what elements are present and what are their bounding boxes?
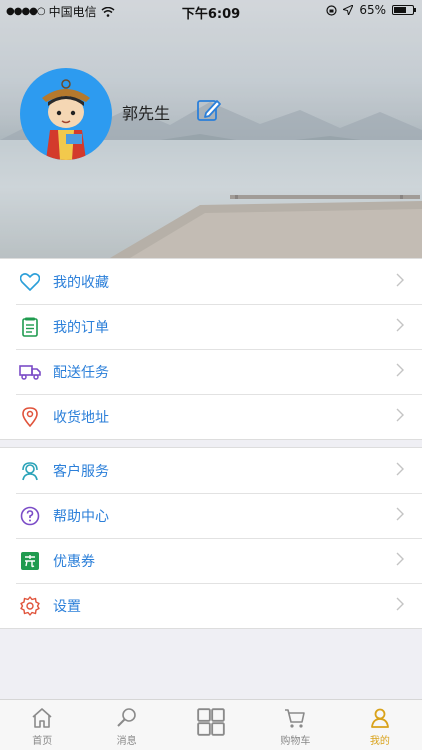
tab-label: 购物车: [280, 736, 311, 747]
tab-messages[interactable]: 消息: [84, 700, 168, 750]
avatar[interactable]: [20, 68, 112, 160]
battery-icon: [392, 5, 416, 15]
tab-home[interactable]: 首页: [0, 700, 84, 750]
location-arrow-icon: [343, 5, 354, 15]
menu-item-help-center[interactable]: 帮助中心: [0, 493, 422, 538]
bottom-tab-bar: 首页 消息 购物车 我的: [0, 699, 422, 750]
menu-item-coupons[interactable]: 优惠券: [0, 538, 422, 583]
menu-item-shipping-address[interactable]: 收货地址: [0, 394, 422, 439]
chevron-right-icon: [396, 318, 404, 332]
tab-label: 我的: [369, 736, 390, 747]
menu-item-delivery-tasks[interactable]: 配送任务: [0, 349, 422, 394]
tab-label: 首页: [32, 736, 53, 747]
user-icon: [370, 708, 389, 728]
home-icon: [32, 708, 52, 728]
menu-item-customer-service[interactable]: 客户服务: [0, 448, 422, 493]
location-icon: [19, 406, 41, 428]
menu-item-settings[interactable]: 设置: [0, 583, 422, 628]
chevron-right-icon: [396, 552, 404, 566]
chevron-right-icon: [396, 462, 404, 476]
tab-cart[interactable]: 购物车: [253, 700, 337, 750]
menu-item-label: 收货地址: [53, 409, 109, 426]
menu-item-label: 客户服务: [53, 463, 109, 480]
orientation-lock-icon: [326, 4, 337, 16]
battery-percent: 65%: [359, 3, 386, 17]
menu-item-label: 我的收藏: [53, 274, 109, 291]
edit-profile-icon[interactable]: [196, 97, 222, 123]
menu-item-label: 帮助中心: [53, 508, 109, 525]
truck-icon: [19, 361, 41, 383]
cart-icon: [285, 709, 306, 728]
menu-item-favorites[interactable]: 我的收藏: [0, 259, 422, 304]
username: 郭先生: [122, 104, 171, 123]
menu-group-account: 我的收藏 我的订单 配送任务 收货地址: [0, 258, 422, 440]
customer-service-icon: [19, 460, 41, 482]
message-icon: [116, 708, 136, 727]
menu-item-label: 配送任务: [53, 364, 109, 381]
status-bar: ●●●●○ 中国电信 下午6:09 65%: [0, 0, 422, 22]
tab-profile[interactable]: 我的: [338, 700, 422, 750]
menu-item-orders[interactable]: 我的订单: [0, 304, 422, 349]
profile-header: ●●●●○ 中国电信 下午6:09 65% 郭先生: [0, 0, 422, 258]
order-icon: [19, 316, 41, 338]
tab-label: 消息: [116, 736, 137, 747]
menu-item-label: 我的订单: [53, 319, 109, 336]
chevron-right-icon: [396, 363, 404, 377]
settings-icon: [19, 595, 41, 617]
chevron-right-icon: [396, 507, 404, 521]
menu-item-label: 优惠券: [53, 553, 95, 570]
help-icon: [19, 505, 41, 527]
menu-item-label: 设置: [53, 598, 81, 615]
coupon-icon: [19, 550, 41, 572]
menu-group-support: 客户服务 帮助中心 优惠券 设置: [0, 447, 422, 629]
grid-icon: [197, 708, 225, 736]
heart-icon: [19, 271, 41, 293]
chevron-right-icon: [396, 597, 404, 611]
chevron-right-icon: [396, 273, 404, 287]
tab-categories[interactable]: [169, 700, 253, 750]
chevron-right-icon: [396, 408, 404, 422]
cartoon-boy-avatar-icon: [42, 79, 90, 160]
